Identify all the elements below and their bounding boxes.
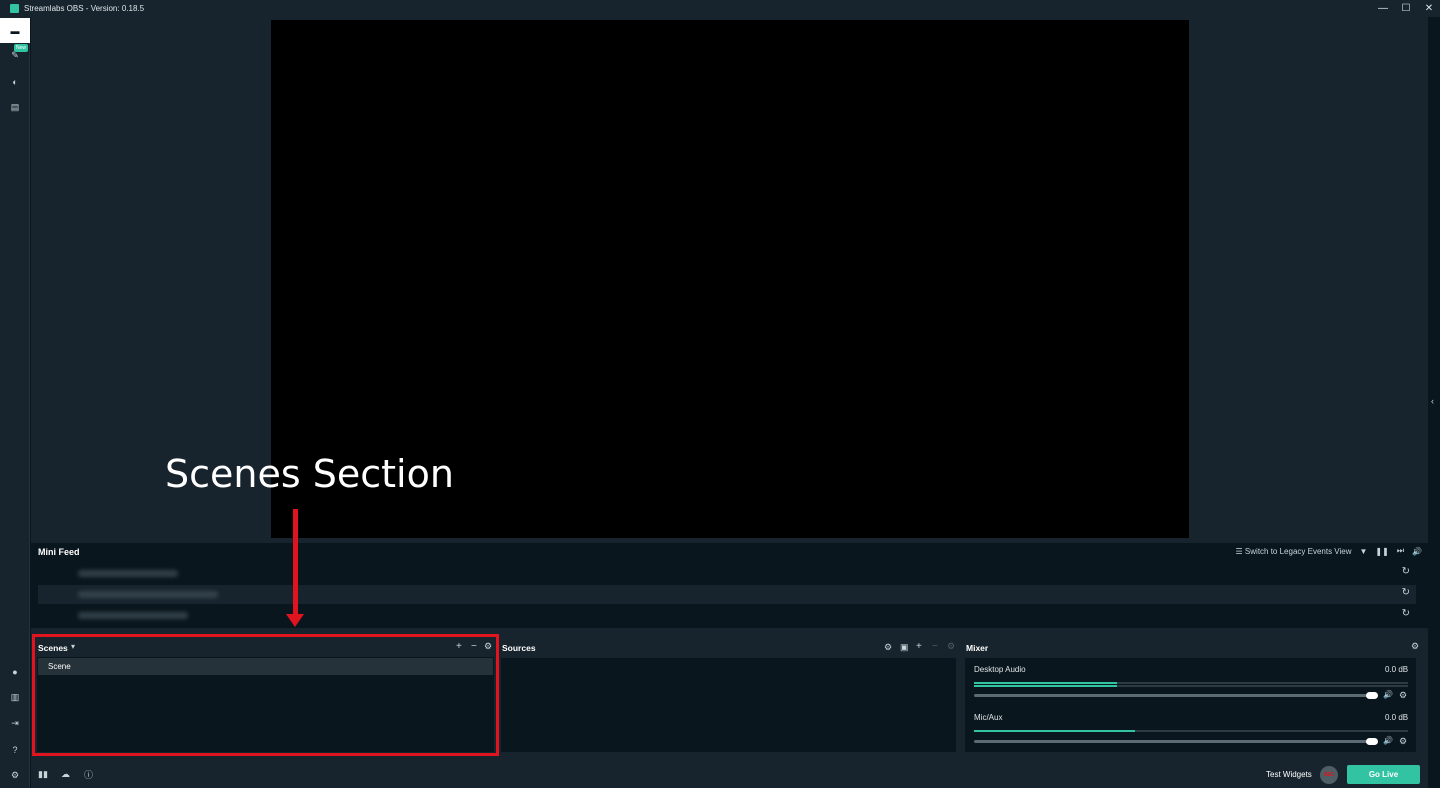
redacted-event — [78, 612, 188, 619]
record-button[interactable]: REC — [1320, 766, 1338, 784]
window-controls: — ☐ ✕ — [1378, 0, 1434, 17]
legacy-view-label: Switch to Legacy Events View — [1244, 546, 1352, 556]
left-sidebar: ▬ ✎ New ◐ ▤ ● ▥ ⇥ ? ⚙ — [0, 17, 30, 788]
layout-icon: ▥ — [10, 692, 20, 702]
legacy-view-toggle[interactable]: ☰ Switch to Legacy Events View — [1236, 547, 1352, 556]
mini-feed-title: Mini Feed — [38, 547, 80, 557]
test-widgets-button[interactable]: Test Widgets — [1266, 770, 1312, 779]
annotation-arrow — [293, 509, 298, 615]
right-edge — [1428, 17, 1440, 788]
refresh-icon[interactable]: ↻ — [1402, 587, 1410, 598]
add-folder-icon[interactable]: ▣ — [900, 642, 909, 653]
mic-aux-volume-slider[interactable] — [974, 740, 1372, 743]
collapse-panel-icon[interactable]: ‹ — [1431, 396, 1434, 406]
gear-icon[interactable]: ⚙ — [1399, 690, 1407, 701]
source-gear-icon[interactable]: ⚙ — [884, 642, 892, 653]
desktop-audio-meter-2 — [974, 685, 1408, 687]
annotation-label: Scenes Section — [165, 452, 454, 496]
mini-feed-toolbar: ☰ Switch to Legacy Events View ▼ ❚❚ ⏭ 🔊 — [1236, 546, 1422, 556]
mixer-body — [965, 658, 1416, 752]
sidebar-item-live[interactable]: ◐ — [0, 69, 30, 94]
footer-bar — [31, 760, 1428, 788]
help-icon: ? — [12, 744, 18, 755]
redacted-event — [78, 591, 218, 598]
desktop-audio-volume-slider[interactable] — [974, 694, 1372, 697]
scenes-highlight-box — [32, 634, 499, 756]
speaker-icon[interactable]: 🔊 — [1383, 690, 1393, 699]
desktop-audio-label: Desktop Audio — [974, 665, 1026, 674]
filter-icon[interactable]: ▼ — [1360, 547, 1368, 556]
settings-icon: ⚙ — [10, 770, 20, 780]
close-button[interactable]: ✕ — [1424, 0, 1434, 17]
volume-icon[interactable]: 🔊 — [1412, 547, 1422, 556]
new-badge: New — [14, 44, 29, 52]
sidebar-item-layout[interactable]: ▥ — [0, 685, 30, 710]
list-item: ↻ — [38, 606, 1416, 625]
list-item: ↻ — [38, 585, 1416, 604]
mixer-settings-icon[interactable]: ⚙ — [1411, 641, 1419, 652]
refresh-icon[interactable]: ↻ — [1402, 566, 1410, 577]
minimize-button[interactable]: — — [1378, 0, 1388, 17]
sidebar-item-store[interactable]: ▤ — [0, 95, 30, 120]
redacted-event — [78, 570, 178, 577]
cloud-icon[interactable]: ☁ — [61, 769, 70, 780]
go-live-button[interactable]: Go Live — [1347, 765, 1420, 784]
mic-aux-volume-knob[interactable] — [1366, 738, 1378, 745]
live-icon: ◐ — [12, 76, 18, 87]
meter-fill — [974, 730, 1135, 732]
sidebar-item-highlighter[interactable]: ● — [0, 659, 30, 684]
sources-list — [501, 658, 956, 752]
desktop-audio-volume-knob[interactable] — [1366, 692, 1378, 699]
sidebar-item-editor[interactable]: ▬ — [0, 18, 30, 43]
mic-aux-meter — [974, 730, 1408, 732]
pause-icon[interactable]: ❚❚ — [1375, 547, 1388, 556]
skip-icon[interactable]: ⏭ — [1397, 546, 1404, 556]
speaker-icon[interactable]: 🔊 — [1383, 736, 1393, 745]
mini-feed-panel: Mini Feed ☰ Switch to Legacy Events View… — [31, 543, 1428, 628]
meter-fill — [974, 685, 1118, 687]
mixer-title: Mixer — [966, 643, 989, 653]
highlighter-icon: ● — [12, 666, 18, 677]
info-icon[interactable]: ⓘ — [84, 768, 93, 781]
app-logo-icon — [10, 4, 19, 13]
desktop-audio-db: 0.0 dB — [1385, 665, 1409, 674]
mic-aux-label: Mic/Aux — [974, 713, 1003, 722]
sidebar-item-settings[interactable]: ⚙ — [0, 763, 30, 788]
remove-source-button[interactable]: − — [932, 641, 938, 652]
title-bar: Streamlabs OBS - Version: 0.18.5 — ☐ ✕ — [0, 0, 1440, 17]
gear-icon[interactable]: ⚙ — [1399, 736, 1407, 747]
stats-icon[interactable]: ▮▮ — [38, 769, 48, 780]
add-source-button[interactable]: + — [916, 641, 922, 652]
mic-aux-db: 0.0 dB — [1385, 713, 1409, 722]
window-title: Streamlabs OBS - Version: 0.18.5 — [24, 4, 145, 13]
sidebar-item-help[interactable]: ? — [0, 737, 30, 762]
source-settings-icon[interactable]: ⚙ — [947, 641, 955, 652]
legacy-view-icon: ☰ — [1235, 546, 1243, 556]
sidebar-item-themes[interactable]: ✎ New — [0, 43, 30, 68]
login-icon: ⇥ — [11, 718, 19, 728]
maximize-button[interactable]: ☐ — [1401, 0, 1411, 17]
refresh-icon[interactable]: ↻ — [1402, 608, 1410, 619]
meter-fill — [974, 682, 1118, 684]
list-item: ↻ — [38, 564, 1416, 583]
sources-title: Sources — [502, 643, 536, 653]
sidebar-item-login[interactable]: ⇥ — [0, 711, 30, 736]
editor-icon: ▬ — [10, 25, 20, 36]
desktop-audio-meter — [974, 682, 1408, 684]
annotation-arrow-head — [286, 614, 304, 627]
store-icon: ▤ — [10, 102, 20, 112]
